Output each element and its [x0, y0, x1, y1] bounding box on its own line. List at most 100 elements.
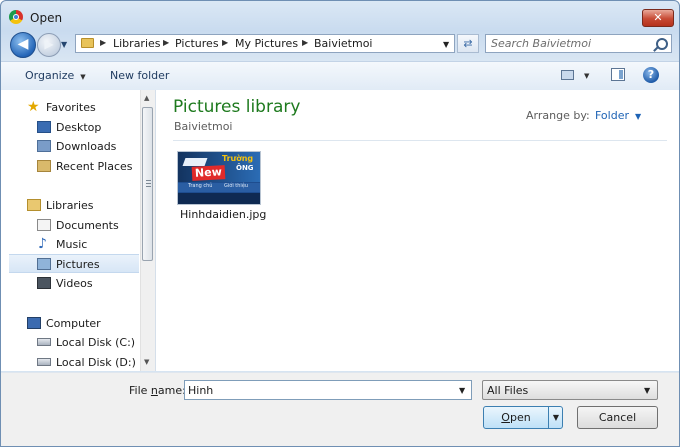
videos-icon	[37, 277, 51, 289]
header-divider	[173, 140, 667, 141]
sidebar-item-downloads[interactable]: Downloads	[1, 137, 141, 156]
sidebar-item-desktop[interactable]: Desktop	[1, 118, 141, 137]
file-selection-panel: File name: ▼ All Files ▼ Open ▼ Cancel	[1, 372, 679, 446]
thumbnail-menu-text: Trang chủ	[188, 183, 213, 189]
breadcrumb-libraries[interactable]: Libraries	[113, 37, 161, 50]
thumbnail-footer	[178, 193, 260, 204]
sidebar-item-label: Pictures	[56, 258, 100, 271]
sidebar-item-label: Local Disk (D:)	[56, 356, 136, 369]
file-type-select[interactable]: All Files ▼	[482, 380, 658, 400]
grip-icon	[146, 180, 151, 187]
navigation-scrollbar[interactable]: ▲ ▼	[140, 90, 155, 371]
sidebar-item-local-disk-c[interactable]: Local Disk (C:)	[1, 333, 141, 352]
sidebar-item-label: Documents	[56, 219, 119, 232]
file-name-combobox[interactable]: ▼	[184, 380, 472, 400]
open-accesskey: O	[501, 411, 510, 424]
view-options-chevron-icon[interactable]: ▼	[584, 72, 589, 80]
pictures-icon	[37, 258, 51, 270]
documents-icon	[37, 219, 51, 231]
breadcrumb-separator-icon[interactable]: ▶	[302, 38, 308, 47]
arrange-by-dropdown[interactable]: Folder ▼	[595, 109, 641, 122]
search-icon[interactable]	[656, 38, 668, 50]
sidebar-item-documents[interactable]: Documents	[1, 216, 141, 235]
search-input[interactable]	[491, 36, 651, 51]
address-bar[interactable]: ▶ Libraries ▶ Pictures ▶ My Pictures ▶ B…	[75, 34, 455, 53]
chevron-down-icon: ▼	[635, 112, 642, 121]
change-view-icon[interactable]	[561, 70, 574, 80]
music-icon: ♪	[38, 236, 47, 252]
scrollbar-thumb[interactable]	[142, 107, 153, 261]
navigation-pane: ★ Favorites Desktop Downloads Recent Pla…	[1, 90, 156, 371]
breadcrumb-separator-icon[interactable]: ▶	[163, 38, 169, 47]
desktop-icon	[37, 121, 51, 133]
file-item[interactable]: Trường ÔNG New Trang chủ Giới thiệu Hinh…	[174, 148, 267, 224]
breadcrumb-separator-icon[interactable]: ▶	[222, 38, 228, 47]
command-toolbar: Organize ▼ New folder ▼ ?	[1, 61, 679, 91]
sidebar-item-label: Downloads	[56, 140, 117, 153]
file-name-label-suffix: ame:	[157, 384, 186, 397]
sidebar-item-label: Computer	[46, 317, 101, 330]
library-title: Pictures library	[173, 97, 301, 117]
breadcrumb-baivietmoi[interactable]: Baivietmoi	[314, 37, 373, 50]
new-folder-button[interactable]: New folder	[110, 69, 169, 82]
breadcrumb-separator-icon[interactable]: ▶	[100, 38, 106, 47]
new-badge: New	[191, 165, 226, 181]
sidebar-item-music[interactable]: ♪ Music	[1, 235, 141, 254]
history-dropdown-icon[interactable]: ▼	[61, 40, 67, 49]
sidebar-item-label: Libraries	[46, 199, 94, 212]
sidebar-item-label: Desktop	[56, 121, 102, 134]
file-name-label: File name:	[129, 384, 186, 397]
back-button[interactable]: ◀	[10, 32, 36, 58]
libraries-icon	[27, 199, 41, 211]
search-box[interactable]	[485, 34, 672, 53]
scroll-up-icon[interactable]: ▲	[144, 94, 149, 102]
breadcrumb-pictures[interactable]: Pictures	[175, 37, 219, 50]
chevron-down-icon[interactable]: ▼	[459, 386, 465, 395]
open-button-label[interactable]: Open	[484, 407, 548, 428]
sidebar-item-pictures[interactable]: Pictures	[9, 254, 139, 273]
sidebar-item-computer[interactable]: Computer	[1, 314, 141, 333]
thumbnail-brand-text: Trường	[222, 154, 254, 163]
chrome-icon	[9, 10, 23, 24]
sidebar-item-local-disk-d[interactable]: Local Disk (D:)	[1, 353, 141, 372]
open-button[interactable]: Open ▼	[483, 406, 563, 429]
organize-menu[interactable]: Organize ▼	[25, 69, 86, 82]
sidebar-item-videos[interactable]: Videos	[1, 274, 141, 293]
file-name-label-accesskey: n	[150, 384, 158, 397]
preview-pane-icon[interactable]	[611, 68, 625, 81]
scroll-down-icon[interactable]: ▼	[144, 358, 149, 366]
thumbnail-brand-text-2: ÔNG	[236, 164, 254, 172]
computer-icon	[27, 317, 41, 329]
star-icon: ★	[27, 99, 40, 115]
open-dialog: Open ✕ ◀ ▶ ▼ ▶ Libraries ▶ Pictures ▶ My…	[0, 0, 680, 447]
thumbnail-menu-text: Giới thiệu	[224, 183, 249, 189]
sidebar-item-favorites[interactable]: ★ Favorites	[1, 98, 141, 117]
file-type-value: All Files	[487, 384, 529, 397]
cancel-button[interactable]: Cancel	[577, 406, 658, 429]
file-name: Hinhdaidien.jpg	[180, 208, 267, 221]
sidebar-item-label: Local Disk (C:)	[56, 336, 136, 349]
downloads-icon	[37, 140, 51, 152]
sidebar-item-recent-places[interactable]: Recent Places	[1, 157, 141, 176]
help-icon[interactable]: ?	[643, 67, 659, 83]
forward-button[interactable]: ▶	[37, 33, 61, 57]
sidebar-item-label: Recent Places	[56, 160, 133, 173]
open-split-dropdown-icon[interactable]: ▼	[548, 407, 563, 428]
arrange-by-label: Arrange by:	[526, 109, 590, 122]
file-name-input[interactable]	[188, 383, 448, 397]
drive-icon	[37, 358, 51, 366]
refresh-button[interactable]: ⇄	[457, 34, 479, 53]
sidebar-item-label: Music	[56, 238, 88, 251]
airplane-shape	[182, 158, 208, 166]
address-dropdown-icon[interactable]: ▼	[443, 40, 449, 49]
library-subtitle: Baivietmoi	[174, 120, 233, 133]
close-button[interactable]: ✕	[642, 9, 674, 27]
sidebar-item-label: Videos	[56, 277, 93, 290]
drive-icon	[37, 338, 51, 346]
sidebar-item-libraries[interactable]: Libraries	[1, 196, 141, 215]
breadcrumb-my-pictures[interactable]: My Pictures	[235, 37, 298, 50]
chevron-down-icon: ▼	[644, 386, 651, 395]
arrange-by-value: Folder	[595, 109, 629, 122]
recent-places-icon	[37, 160, 51, 172]
file-list-pane: Pictures library Baivietmoi Arrange by: …	[156, 90, 679, 371]
